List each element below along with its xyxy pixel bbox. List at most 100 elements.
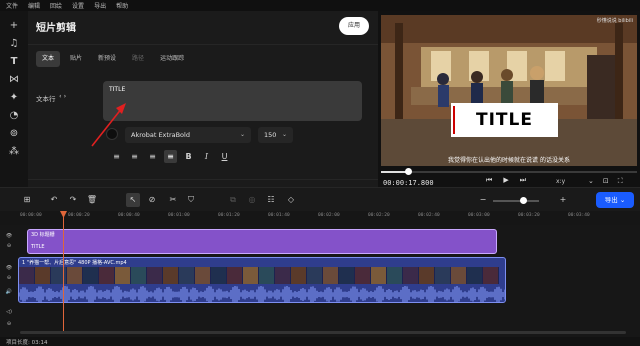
- clip-thumbnail: [19, 267, 35, 284]
- select-tool-icon[interactable]: ↖: [126, 193, 140, 207]
- ruler-tick: 00:00:00: [20, 213, 42, 218]
- bold-icon[interactable]: B: [182, 150, 195, 163]
- ruler-tick: 00:03:40: [568, 213, 590, 218]
- italic-icon[interactable]: I: [200, 150, 213, 163]
- clip-thumbnail: [419, 267, 435, 284]
- lock-icon[interactable]: ⊖: [4, 321, 14, 327]
- ruler-tick: 00:00:40: [118, 213, 140, 218]
- apply-button[interactable]: 应用: [339, 17, 369, 35]
- split-icon[interactable]: ✂: [166, 193, 180, 207]
- transport-controls: ⏮ ▶ ⏭: [486, 176, 526, 185]
- align-left-icon[interactable]: ≡: [110, 150, 123, 163]
- tab-text[interactable]: 文本: [36, 51, 61, 67]
- clip-thumbnail: [67, 267, 83, 284]
- timeline-zoom-slider[interactable]: [493, 197, 539, 204]
- zoom-out-icon[interactable]: −: [476, 193, 490, 207]
- audio-icon[interactable]: 🔊: [4, 289, 14, 295]
- zoom-in-icon[interactable]: +: [556, 193, 570, 207]
- effects-icon[interactable]: ✦: [6, 91, 22, 105]
- fullscreen-icon[interactable]: ⛶: [618, 177, 623, 186]
- audio-waveform: [19, 286, 505, 302]
- adjust-icon[interactable]: ⁂: [6, 145, 22, 159]
- menu-settings[interactable]: 设置: [72, 1, 84, 10]
- ruler-tick: 00:00:20: [68, 213, 90, 218]
- redo-icon[interactable]: ↷: [66, 193, 80, 207]
- eye-icon[interactable]: 👁: [4, 265, 14, 271]
- clip-thumbnail: [291, 267, 307, 284]
- ruler-tick: 00:01:00: [168, 213, 190, 218]
- text-line-nav-icon[interactable]: ‹ ›: [59, 92, 66, 100]
- menu-file[interactable]: 文件: [6, 1, 18, 10]
- video-preview[interactable]: 秒懂说说 bilibili TITLE 我觉得你在认出他的时候就在说谎 的话没关…: [381, 15, 637, 166]
- add-track-icon[interactable]: ⊞: [20, 193, 34, 207]
- export-button[interactable]: 导出 ⌄: [596, 192, 634, 208]
- title-text-input[interactable]: TITLE: [103, 81, 362, 121]
- play-icon[interactable]: ▶: [503, 176, 508, 185]
- lock-icon[interactable]: ⊖: [4, 275, 14, 281]
- crop-icon[interactable]: ⊡: [603, 177, 609, 186]
- progress-handle[interactable]: [404, 168, 412, 175]
- clip-thumbnail: [195, 267, 211, 284]
- clip-thumbnail: [483, 267, 499, 284]
- clip-thumbnail: [451, 267, 467, 284]
- progress-fill: [381, 171, 408, 173]
- delete-icon[interactable]: 🗑: [85, 193, 99, 207]
- fit-icon[interactable]: ⌄: [588, 177, 594, 186]
- menu-edit[interactable]: 编辑: [28, 1, 40, 10]
- text-clip[interactable]: 3D 标题栅 TITLE: [27, 229, 497, 254]
- font-family-select[interactable]: Akrobat ExtraBold ⌄: [125, 127, 251, 143]
- transition-icon[interactable]: ⋈: [6, 73, 22, 87]
- tab-sticker[interactable]: 贴片: [64, 51, 88, 67]
- playback-progress[interactable]: [381, 168, 637, 175]
- ruler-tick: 00:02:20: [368, 213, 390, 218]
- clip-thumbnail: [99, 267, 115, 284]
- ruler-tick: 00:03:00: [468, 213, 490, 218]
- time-ruler[interactable]: 00:00:00 00:00:20 00:00:40 00:01:00 00:0…: [0, 211, 640, 225]
- text-line-label: 文本行: [36, 95, 56, 103]
- menu-export[interactable]: 导出: [94, 1, 106, 10]
- menu-help[interactable]: 帮助: [116, 1, 128, 10]
- audio-icon[interactable]: ◁): [4, 309, 14, 315]
- filter-icon[interactable]: ⊚: [6, 127, 22, 141]
- preview-panel: 秒懂说说 bilibili TITLE 我觉得你在认出他的时候就在说谎 的话没关…: [378, 11, 640, 187]
- panel-tabs: 文本 贴片 新预设 路径 运动跟踪: [36, 51, 190, 67]
- sticker-icon[interactable]: ◔: [6, 109, 22, 123]
- panel-divider: [28, 179, 378, 180]
- font-size-select[interactable]: 150 ⌄: [258, 127, 293, 143]
- edit-panel: 短片剪辑 应用 文本 贴片 新预设 路径 运动跟踪 文本行 ‹ › TITLE …: [28, 11, 403, 187]
- keyframe-icon[interactable]: ◇: [284, 193, 298, 207]
- track-headers: 👁 ⊖ 👁 ⊖ 🔊 ◁) ⊖: [0, 225, 18, 337]
- underline-icon[interactable]: U: [218, 150, 231, 163]
- music-note-icon[interactable]: ♫: [6, 37, 22, 51]
- video-clip[interactable]: 1 "养猫一帮、片后意思" 480P 播格-AVC.mp4: [18, 257, 506, 303]
- clip-thumbnail: [467, 267, 483, 284]
- menu-draw[interactable]: 回绘: [50, 1, 62, 10]
- plus-icon[interactable]: +: [6, 19, 22, 33]
- timeline-scrollbar[interactable]: [20, 331, 626, 334]
- align-justify-icon[interactable]: ≡: [164, 150, 177, 163]
- title-overlay[interactable]: TITLE: [451, 103, 558, 137]
- settings-sliders-icon[interactable]: ☷: [264, 193, 278, 207]
- skip-back-icon[interactable]: ⏮: [486, 176, 492, 185]
- ruler-tick: 00:02:00: [318, 213, 340, 218]
- undo-icon[interactable]: ↶: [47, 193, 61, 207]
- tab-new-preset[interactable]: 新预设: [92, 51, 122, 67]
- crop-clip-icon: ⧉: [230, 195, 236, 204]
- eye-icon[interactable]: 👁: [4, 233, 14, 239]
- shield-icon[interactable]: ⛉: [184, 193, 198, 207]
- aspect-ratio-select[interactable]: x:y: [556, 178, 565, 185]
- ruler-tick: 00:03:20: [518, 213, 540, 218]
- skip-forward-icon[interactable]: ⏭: [520, 176, 526, 185]
- align-right-icon[interactable]: ≡: [146, 150, 159, 163]
- tab-motion-tracking[interactable]: 运动跟踪: [154, 51, 190, 67]
- clip-thumbnail: [131, 267, 147, 284]
- playhead[interactable]: [63, 213, 64, 333]
- clip-thumbnail: [243, 267, 259, 284]
- tab-path: 路径: [132, 55, 145, 62]
- disable-icon[interactable]: ⊘: [145, 193, 159, 207]
- align-center-icon[interactable]: ≡: [128, 150, 141, 163]
- lock-icon[interactable]: ⊖: [4, 243, 14, 249]
- clip-thumbnail: [403, 267, 419, 284]
- zoom-handle[interactable]: [519, 197, 527, 204]
- text-tool-icon[interactable]: T: [6, 55, 22, 69]
